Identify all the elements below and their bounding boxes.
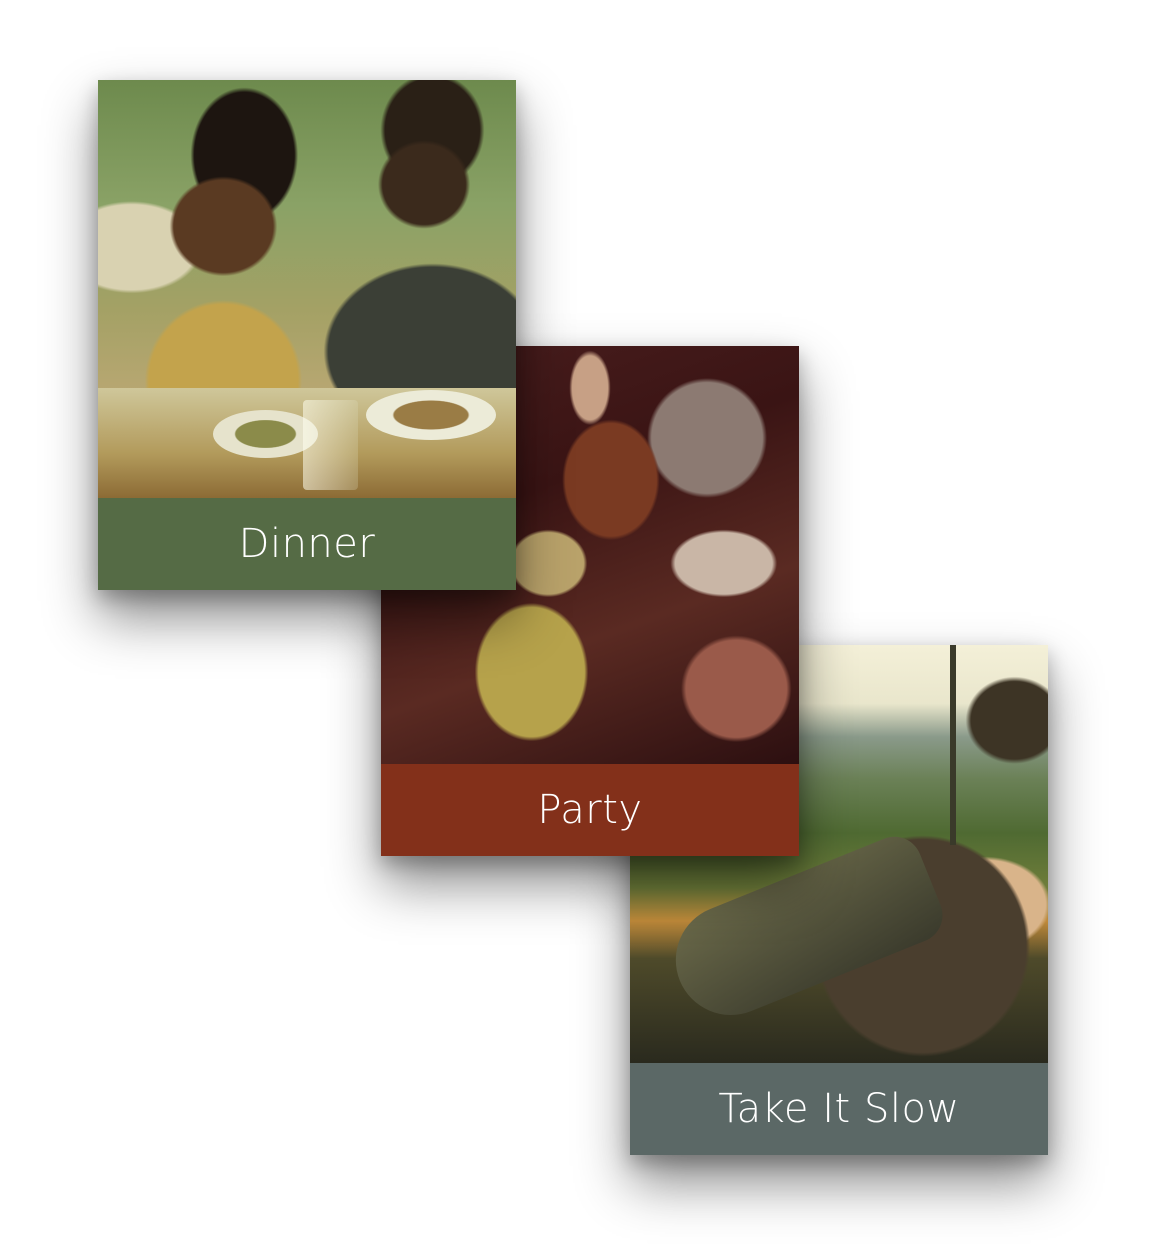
card-label: Take It Slow (718, 1086, 960, 1132)
person-image-detail (659, 828, 951, 1032)
glass-image-detail (303, 400, 358, 490)
plate-image-detail (366, 390, 496, 440)
party-label-bar: Party (381, 764, 799, 856)
card-label: Party (537, 787, 643, 833)
card-label: Dinner (238, 521, 376, 567)
dinner-photo (98, 80, 516, 498)
card-dinner[interactable]: Dinner (98, 80, 516, 590)
dinner-label-bar: Dinner (98, 498, 516, 590)
tree-image-detail (950, 645, 956, 845)
take-it-slow-label-bar: Take It Slow (630, 1063, 1048, 1155)
